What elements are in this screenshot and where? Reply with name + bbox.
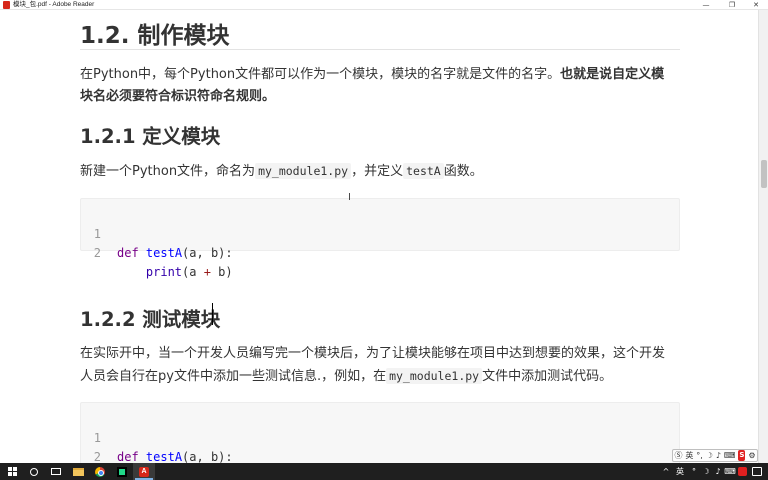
code-line: 3 — [81, 448, 679, 463]
code-builtin: print — [145, 265, 183, 279]
ime-logo-icon[interactable]: Ⓢ — [674, 450, 682, 461]
tray-overflow-chevron[interactable]: ^ — [660, 463, 672, 480]
folder-icon — [72, 467, 84, 476]
moon-icon[interactable]: ☽ — [706, 450, 713, 461]
gear-icon[interactable]: ⚙ — [748, 450, 755, 461]
code-args-b: b) — [210, 265, 233, 279]
notification-icon[interactable] — [752, 467, 762, 476]
code-args-a: (a — [182, 265, 204, 279]
tray-punctuation-icon[interactable]: ° — [688, 463, 700, 480]
maximize-button[interactable]: ❐ — [720, 0, 744, 10]
title-divider — [80, 49, 680, 50]
windows-taskbar: A ^ 英 ° ☽ ♪ ⌨ — [0, 463, 768, 480]
test-text-line1: 在实际开中，当一个开发人员编写完一个模块后，为了让模块能够在项目中达到想要的效果… — [80, 346, 666, 361]
text-cursor — [212, 303, 213, 325]
define-text-c: 函数。 — [443, 164, 483, 179]
scrollbar-thumb[interactable] — [761, 160, 767, 188]
code-line: 1 def testA(a, b): — [81, 410, 679, 463]
subsection-title-define: 1.2.1 定义模块 — [80, 125, 221, 148]
taskbar-chrome[interactable] — [89, 463, 111, 480]
task-view-button[interactable] — [45, 463, 67, 480]
code-line: 2 print(a + b) — [81, 225, 679, 279]
ime-language-toggle[interactable]: 英 — [685, 450, 693, 461]
search-icon — [30, 467, 38, 476]
chrome-icon — [95, 466, 105, 477]
taskbar-pycharm[interactable] — [111, 463, 133, 480]
adobe-reader-icon: A — [139, 466, 149, 477]
intro-bold-text-2: 块名必须要符合标识符命名规则。 — [80, 89, 276, 104]
code-function-name: testA — [145, 246, 183, 260]
code-block-2: 1 def testA(a, b): 2 print(a + b) 3 — [80, 402, 680, 463]
taskbar-adobe-reader[interactable]: A — [133, 463, 155, 480]
search-button[interactable] — [23, 463, 45, 480]
minimize-button[interactable]: — — [694, 0, 718, 10]
close-button[interactable]: ✕ — [744, 0, 768, 10]
vertical-scrollbar[interactable] — [758, 10, 768, 463]
intro-paragraph: 在Python中，每个Python文件都可以作为一个模块，模块的名字就是文件的名… — [80, 64, 680, 108]
taskbar-file-explorer[interactable] — [67, 463, 89, 480]
inline-code-filename: my_module1.py — [255, 163, 352, 179]
code-operator: + — [203, 265, 211, 279]
define-text-b: ，并定义 — [351, 164, 404, 179]
line-number: 2 — [93, 246, 101, 260]
mouse-ibeam-cursor: I — [348, 192, 351, 203]
tray-moon-icon[interactable]: ☽ — [700, 463, 712, 480]
code-line: 1 def testA(a, b): — [81, 206, 679, 260]
pdf-document-view[interactable]: 1.2. 制作模块 在Python中，每个Python文件都可以作为一个模块，模… — [0, 10, 758, 463]
tray-mic-icon[interactable]: ♪ — [712, 463, 724, 480]
inline-code-function: testA — [403, 163, 444, 179]
test-text-b: 文件中添加测试代码。 — [482, 369, 613, 384]
intro-bold-text: 也就是说自定义模 — [560, 67, 665, 82]
microphone-icon[interactable]: ♪ — [716, 450, 721, 461]
code-block-1: 1 def testA(a, b): 2 print(a + b) — [80, 198, 680, 279]
ime-punctuation-toggle[interactable]: °, — [696, 450, 703, 461]
ime-language-bar[interactable]: Ⓢ 英 °, ☽ ♪ ⌨ S ⚙ — [672, 449, 758, 462]
code-params: (a, b): — [182, 246, 233, 260]
subsection-title-test: 1.2.2 测试模块 — [80, 308, 221, 331]
test-text-a: 人员会自行在py文件中添加一些测试信息.，例如，在 — [80, 369, 387, 384]
window-title: 模块_包.pdf - Adobe Reader — [13, 1, 95, 8]
adobe-reader-app-icon — [3, 1, 10, 9]
section-title: 1.2. 制作模块 — [80, 23, 230, 49]
define-text-a: 新建一个Python文件，命名为 — [80, 164, 256, 179]
tray-language-indicator[interactable]: 英 — [674, 463, 686, 480]
start-button[interactable] — [1, 463, 23, 480]
tray-keyboard-icon[interactable]: ⌨ — [724, 463, 736, 480]
define-paragraph: 新建一个Python文件，命名为 my_module1.py ，并定义 testA 函数… — [80, 160, 680, 183]
task-view-icon — [51, 468, 61, 475]
inline-code-filename: my_module1.py — [386, 368, 483, 384]
intro-text: 在Python中，每个Python文件都可以作为一个模块，模块的名字就是文件的名… — [80, 67, 561, 82]
code-line: 2 print(a + b) — [81, 429, 679, 463]
pycharm-icon — [117, 466, 127, 477]
tray-sogou-icon[interactable] — [738, 467, 747, 476]
windows-logo-icon — [7, 467, 17, 476]
window-titlebar: 模块_包.pdf - Adobe Reader — ❐ ✕ — [0, 0, 768, 10]
test-paragraph: 在实际开中，当一个开发人员编写完一个模块后，为了让模块能够在项目中达到想要的效果… — [80, 343, 680, 388]
keyboard-icon[interactable]: ⌨ — [724, 450, 736, 461]
sogou-brand-icon[interactable]: S — [738, 450, 746, 461]
